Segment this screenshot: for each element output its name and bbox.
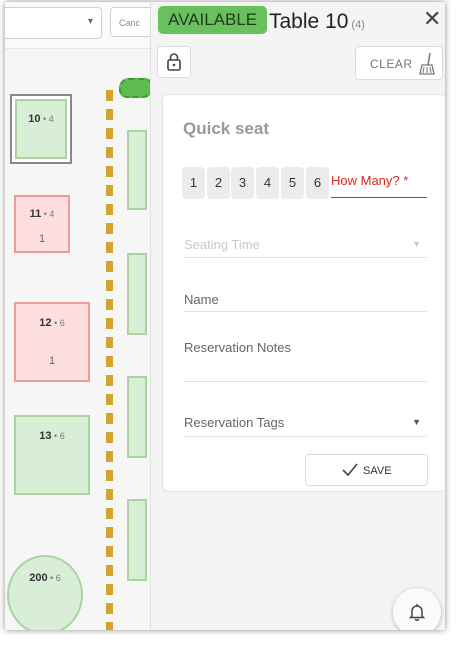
table-200[interactable]: 200 • 6 (7, 555, 83, 630)
status-badge: AVAILABLE (158, 6, 268, 34)
side-table[interactable] (127, 130, 147, 210)
table-name: 12 (39, 317, 52, 329)
reservation-tags-label: Reservation Tags (184, 415, 285, 430)
name-field[interactable]: Name (183, 289, 427, 312)
name-label: Name (184, 292, 219, 307)
close-icon[interactable]: ✕ (423, 8, 441, 30)
table-seats: 6 (59, 431, 65, 441)
table-seats: 6 (55, 573, 61, 583)
dropdown-caret-icon: ▼ (412, 239, 421, 249)
party-size-4-button[interactable]: 4 (256, 167, 279, 199)
party-size-6-button[interactable]: 6 (306, 167, 329, 199)
reservation-tags-select[interactable]: Reservation Tags ▼ (183, 412, 427, 437)
reservation-notes-field[interactable]: Reservation Notes (183, 337, 427, 382)
table-13[interactable]: 13 • 6 (14, 415, 90, 495)
clear-button[interactable]: CLEAR (355, 46, 443, 80)
plant-icon (119, 78, 153, 98)
table-seats: 4 (49, 209, 55, 219)
table-10[interactable]: 10 • 4 (15, 99, 67, 159)
quick-seat-heading: Quick seat (183, 119, 269, 138)
table-name: 10 (28, 113, 41, 125)
party-size-2-button[interactable]: 2 (207, 167, 230, 199)
area-select[interactable]: ▾ (5, 7, 102, 39)
side-table[interactable] (127, 253, 147, 335)
floor-toolbar: ▾ Canc (5, 2, 170, 49)
notifications-button[interactable] (393, 588, 441, 630)
table-seats: 4 (48, 114, 54, 124)
clear-label: CLEAR (370, 57, 413, 71)
table-seats: 6 (59, 318, 65, 328)
reservation-notes-label: Reservation Notes (184, 340, 291, 355)
dropdown-caret-icon: ▾ (87, 16, 93, 27)
checkmark-icon (342, 463, 358, 477)
seating-time-label: Seating Time (184, 237, 260, 252)
table-guest-count: 1 (38, 233, 46, 245)
table-name: 13 (39, 430, 52, 442)
table-guest-count: 1 (48, 355, 56, 367)
table-name: 11 (29, 208, 42, 220)
side-table[interactable] (127, 499, 147, 581)
how-many-label: How Many? * (331, 173, 409, 188)
table-title-text: Table 10 (269, 10, 349, 33)
bell-icon (409, 604, 425, 621)
floor-divider (106, 90, 113, 630)
quick-seat-card: Quick seat 1 2 3 4 5 6 How Many? * Seati… (162, 94, 445, 492)
table-capacity: (4) (351, 19, 365, 31)
save-label: SAVE (363, 465, 392, 477)
table-name: 200 (29, 572, 48, 584)
seating-time-select[interactable]: Seating Time ▼ (183, 233, 427, 258)
app-window: ▾ Canc 10 • 4 11 • 4 1 12 • 6 1 13 • 6 2… (5, 2, 445, 630)
table-title: Table 10 (4) (269, 10, 365, 34)
how-many-input[interactable]: How Many? * (331, 173, 427, 198)
table-11[interactable]: 11 • 4 1 (14, 195, 70, 253)
side-table[interactable] (127, 376, 147, 458)
panel-header: AVAILABLE Table 10 (4) ✕ (151, 2, 445, 46)
broom-icon (419, 52, 435, 75)
lock-button[interactable] (157, 46, 191, 78)
floor-plan: ▾ Canc 10 • 4 11 • 4 1 12 • 6 1 13 • 6 2… (5, 2, 170, 630)
party-size-5-button[interactable]: 5 (281, 167, 304, 199)
dropdown-caret-icon: ▼ (412, 417, 421, 427)
party-size-1-button[interactable]: 1 (182, 167, 205, 199)
save-button[interactable]: SAVE (305, 454, 428, 486)
lock-icon (167, 53, 181, 71)
table-12[interactable]: 12 • 6 1 (14, 302, 90, 382)
table-detail-panel: AVAILABLE Table 10 (4) ✕ CLEAR Quick sea… (150, 2, 445, 630)
party-size-3-button[interactable]: 3 (231, 167, 254, 199)
